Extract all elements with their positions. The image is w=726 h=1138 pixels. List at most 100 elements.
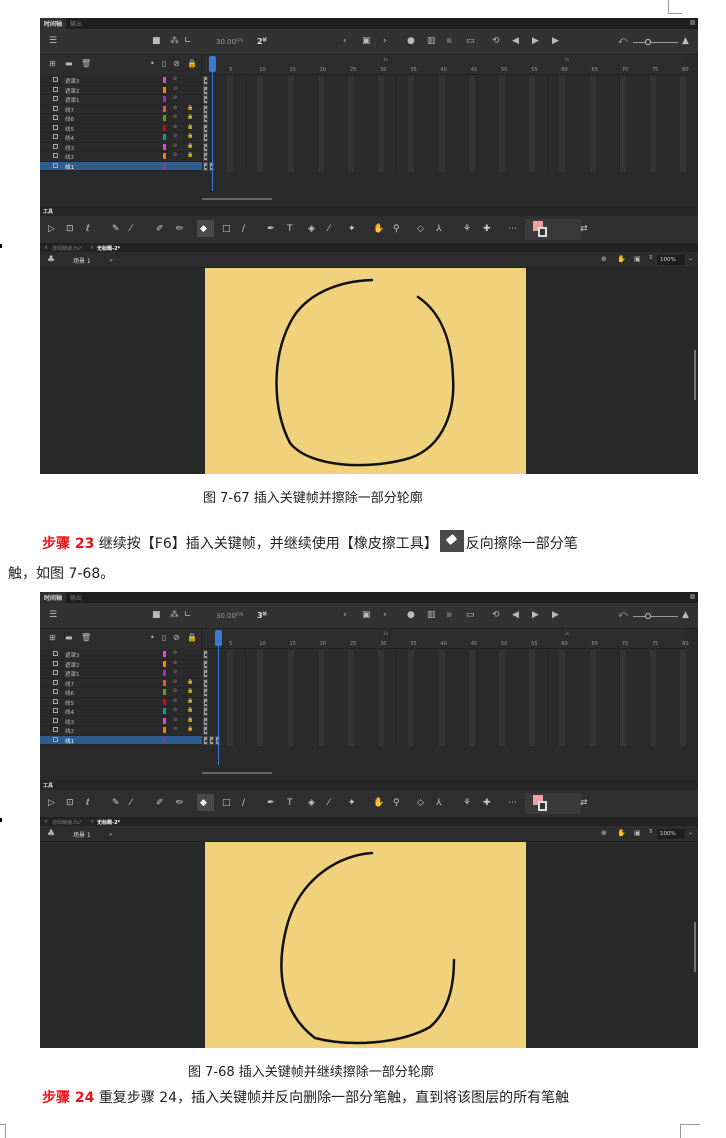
stage-area[interactable]	[40, 842, 698, 1048]
layer-color-swatch[interactable]	[163, 86, 166, 93]
layer-row[interactable]: 线3 ⊘ 🔒	[40, 142, 208, 152]
layer-color-swatch[interactable]	[163, 77, 166, 83]
layers-icon[interactable]: ☰	[49, 611, 57, 620]
delete-icon[interactable]: 🗑	[81, 634, 91, 642]
step-forward-icon[interactable]: ▶	[552, 37, 559, 46]
paint-brush-tool-icon[interactable]: ✎	[112, 798, 120, 808]
visibility-icon[interactable]: ⊘	[173, 650, 177, 656]
keyframe[interactable]	[203, 716, 208, 726]
brush-tool-icon[interactable]: ⁄	[130, 224, 132, 234]
zoom-input[interactable]: 100%	[657, 255, 685, 265]
graph-icon[interactable]: ∟	[184, 611, 192, 620]
layer-color-swatch[interactable]	[163, 698, 166, 705]
keyframe[interactable]	[203, 104, 208, 114]
keyframe[interactable]	[203, 85, 208, 95]
rectangle-tool-icon[interactable]: □	[222, 798, 231, 808]
stage-scrollbar[interactable]	[694, 350, 696, 400]
layer-row[interactable]: 线3 ⊘ 🔒	[40, 716, 208, 726]
visibility-icon[interactable]: ⊘	[173, 660, 177, 666]
zoom-tool-icon[interactable]: ⚲	[393, 224, 400, 234]
outline-icon[interactable]: ▯	[162, 60, 166, 68]
layer-color-swatch[interactable]	[163, 679, 166, 686]
tab-output[interactable]: 输出	[66, 18, 86, 29]
layer-color-swatch[interactable]	[163, 134, 166, 140]
frame-grid[interactable]	[203, 76, 687, 172]
current-frame[interactable]: 2帧	[257, 37, 267, 46]
new-layer-icon[interactable]: ⊞	[49, 634, 56, 642]
swap-colors-tool-icon[interactable]: ⇄	[580, 798, 588, 808]
stroke-outline[interactable]	[280, 851, 456, 1045]
pencil-tool-icon[interactable]: ✏	[176, 798, 184, 808]
fill-color-swatch[interactable]	[538, 227, 547, 237]
pencil-tool-icon[interactable]: ✏	[176, 224, 184, 234]
camera-icon[interactable]: ■	[152, 37, 161, 46]
insert-keyframe-icon[interactable]: ▣	[362, 37, 371, 46]
bind-tool-icon[interactable]: ✚	[483, 224, 491, 234]
insert-keyframe-icon[interactable]: ▣	[362, 611, 371, 620]
clip-icon[interactable]: ▣	[634, 256, 641, 263]
more-tool-icon[interactable]: ⋯	[508, 798, 517, 808]
visibility-icon[interactable]: ⊘	[173, 105, 177, 111]
layer-color-swatch[interactable]	[163, 105, 166, 112]
step-back-icon[interactable]: ◀	[512, 611, 519, 620]
keyframe[interactable]	[203, 659, 208, 669]
lock-icon[interactable]: 🔒	[187, 707, 193, 713]
text-tool-icon[interactable]: T	[287, 798, 293, 808]
onion-skin-icon[interactable]: ●	[407, 611, 415, 620]
playhead[interactable]	[209, 56, 217, 191]
paste-icon[interactable]: ▪	[446, 37, 452, 46]
visibility-icon[interactable]: ⊘	[173, 95, 177, 101]
chevron-down-icon[interactable]: ⌄	[108, 829, 114, 837]
layer-row[interactable]: 线1	[40, 735, 220, 745]
keyframe[interactable]	[203, 76, 208, 85]
parenting-icon[interactable]: ⁂	[170, 37, 179, 46]
keyframe[interactable]	[203, 697, 208, 707]
step-forward-icon[interactable]: ▶	[552, 611, 559, 620]
graph-icon[interactable]: ∟	[184, 37, 192, 46]
eraser-tool-icon[interactable]: ◆	[200, 224, 207, 234]
tab-close-icon[interactable]: ×	[90, 819, 94, 825]
delete-icon[interactable]: 🗑	[81, 60, 91, 68]
pen-tool-icon[interactable]: ✒	[267, 798, 275, 808]
reset-zoom-icon[interactable]: ⤺	[618, 611, 628, 620]
frame-marker-icon[interactable]: ▭	[466, 611, 475, 620]
bone-tool-icon[interactable]: ⚘	[463, 224, 471, 234]
layer-color-swatch[interactable]	[163, 153, 166, 159]
edit-multiple-frames-icon[interactable]: ▥	[427, 611, 436, 620]
layer-color-swatch[interactable]	[163, 736, 166, 743]
frame-marker-icon[interactable]: ▭	[466, 37, 475, 46]
pin-tool-icon[interactable]: ✦	[348, 224, 356, 234]
panel-menu-icon[interactable]	[690, 594, 695, 599]
doc-tab[interactable]: 游戏精编.fla*	[52, 819, 82, 826]
lock-icon[interactable]: 🔒	[187, 679, 193, 685]
play-icon[interactable]: ▶	[532, 611, 539, 620]
tab-timeline[interactable]: 时间轴	[40, 592, 67, 603]
prev-keyframe-icon[interactable]: ‹	[343, 37, 347, 46]
lock-icon[interactable]: 🔒	[187, 726, 193, 732]
visibility-icon[interactable]: ⊘	[173, 688, 177, 694]
visibility-icon[interactable]: ⊘	[173, 86, 177, 92]
paint-bucket-tool-icon[interactable]: ◈	[308, 798, 315, 808]
zoom-stepper[interactable]: ⇕	[648, 829, 653, 835]
layer-color-swatch[interactable]	[163, 143, 166, 150]
reset-zoom-icon[interactable]: ⤺	[618, 37, 628, 46]
layer-row[interactable]: 线7 ⊘ 🔒	[40, 104, 208, 114]
tab-close-icon[interactable]: ×	[90, 245, 94, 251]
next-keyframe-icon[interactable]: ›	[383, 611, 387, 620]
layer-row[interactable]: 线5 ⊘ 🔒	[40, 123, 208, 133]
keyframe[interactable]	[203, 142, 208, 152]
keyframe[interactable]	[203, 650, 208, 659]
rotate-icon[interactable]: ✋	[617, 256, 626, 263]
keyframe[interactable]	[203, 678, 208, 688]
stage-scrollbar[interactable]	[694, 922, 696, 972]
visibility-icon[interactable]: ⊘	[173, 76, 177, 82]
lock-icon[interactable]: 🔒	[187, 124, 193, 130]
tab-output[interactable]: 输出	[66, 592, 86, 603]
visibility-icon[interactable]: ⊘	[173, 152, 177, 158]
brush-tool-icon[interactable]: ⁄	[130, 798, 132, 808]
keyframe[interactable]	[203, 688, 208, 697]
loop-icon[interactable]: ⟲	[492, 611, 500, 620]
lasso-tool-icon[interactable]: ℓ	[86, 224, 90, 234]
layer-row[interactable]: 线2 ⊘ 🔒	[40, 726, 208, 736]
next-keyframe-icon[interactable]: ›	[383, 37, 387, 46]
